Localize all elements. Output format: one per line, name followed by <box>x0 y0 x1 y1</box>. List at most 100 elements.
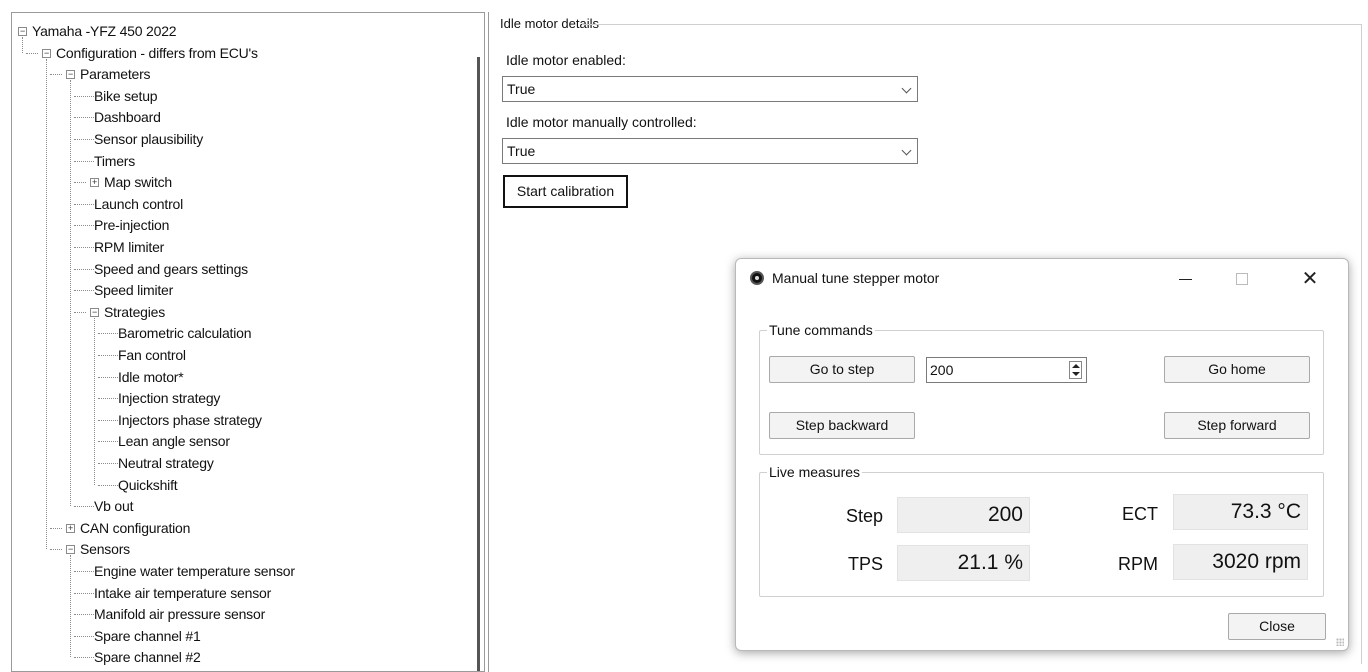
tree-item-label: Intake air temperature sensor <box>94 584 272 601</box>
resize-grip-icon[interactable] <box>1336 638 1344 646</box>
tree-item-label: Spare channel #1 <box>94 627 201 644</box>
step-forward-button[interactable]: Step forward <box>1164 412 1310 439</box>
tree-item-label: Neutral strategy <box>118 455 214 471</box>
tree-connector <box>74 506 94 508</box>
tree-item-label: CAN configuration <box>80 519 191 536</box>
step-backward-button[interactable]: Step backward <box>769 412 915 439</box>
tree-item-label: RPM limiter <box>94 239 165 255</box>
go-home-button[interactable]: Go home <box>1164 356 1310 383</box>
live-measures-title: Live measures <box>767 464 863 480</box>
tree-scrollbar-track[interactable] <box>462 13 484 671</box>
go-to-step-button[interactable]: Go to step <box>769 356 915 383</box>
maximize-button[interactable] <box>1230 267 1254 291</box>
chevron-down-icon <box>901 83 912 94</box>
chevron-down-icon <box>901 145 912 156</box>
app-icon <box>750 271 764 285</box>
step-stepper[interactable] <box>1069 361 1082 379</box>
tree-item-label: Speed and gears settings <box>94 260 248 277</box>
tree-item-label: Injectors phase strategy <box>118 411 262 428</box>
tree-item-label: Barometric calculation <box>118 325 252 342</box>
tree-connector <box>50 74 62 76</box>
tree-connector <box>74 268 94 270</box>
tree-connector <box>74 225 94 227</box>
tune-commands-title: Tune commands <box>767 322 875 338</box>
collapse-icon[interactable] <box>42 48 51 58</box>
tps-measure-value: 21.1 % <box>897 545 1030 581</box>
tree-connector <box>98 484 118 486</box>
tree-connector <box>74 160 94 162</box>
expand-icon[interactable] <box>90 178 99 188</box>
tree-item-label: Map switch <box>104 174 173 191</box>
dialog-title: Manual tune stepper motor <box>772 270 940 286</box>
configuration-tree[interactable]: Yamaha -YFZ 450 2022 Configuration - diff… <box>11 12 485 672</box>
idle-motor-manual-label: Idle motor manually controlled: <box>506 114 697 130</box>
collapse-icon[interactable] <box>90 307 99 317</box>
expand-icon[interactable] <box>66 523 75 533</box>
tree-scrollbar-thumb[interactable] <box>477 57 480 671</box>
panel-divider <box>488 12 489 672</box>
ect-measure-value: 73.3 °C <box>1173 494 1308 530</box>
groupbox-border <box>582 24 1362 25</box>
tree-item-label: Strategies <box>104 303 166 320</box>
idle-motor-manual-value: True <box>507 143 536 159</box>
tree-connector <box>74 290 94 292</box>
collapse-icon[interactable] <box>66 70 75 80</box>
tree-item-label: Parameters <box>80 66 151 83</box>
idle-motor-enabled-select[interactable]: True <box>502 76 918 102</box>
tree-connector <box>70 80 71 507</box>
tree-connector <box>98 376 118 378</box>
tree-item-label: Injection strategy <box>118 390 221 407</box>
chevron-down-icon[interactable] <box>1072 372 1080 376</box>
tree-connector <box>98 333 118 335</box>
tree-connector <box>74 614 94 616</box>
step-input-value: 200 <box>930 362 954 378</box>
tree-item-label: Sensor plausibility <box>94 131 204 147</box>
tree-item-label: Manifold air pressure sensor <box>94 606 266 623</box>
tree-item-label: Dashboard <box>94 109 161 126</box>
manual-tune-dialog: Manual tune stepper motor ✕ Tune command… <box>735 258 1349 651</box>
tree-item-label: Vb out <box>94 498 134 515</box>
minimize-button[interactable] <box>1173 267 1197 291</box>
tree-item-label: Engine water temperature sensor <box>94 563 295 579</box>
tree-connector <box>74 182 86 184</box>
tree-connector <box>94 317 95 485</box>
close-icon[interactable]: ✕ <box>1298 267 1322 291</box>
rpm-measure-label: RPM <box>1118 554 1158 574</box>
collapse-icon[interactable] <box>18 27 27 36</box>
tree-connector <box>74 571 94 572</box>
close-button[interactable]: Close <box>1228 613 1326 640</box>
tree-item-label: Yamaha -YFZ 450 2022 <box>32 23 177 39</box>
tree-item-label: Lean angle sensor <box>118 433 230 450</box>
chevron-up-icon[interactable] <box>1072 364 1080 368</box>
tree-connector <box>74 657 94 659</box>
tree-connector <box>98 419 118 421</box>
tree-connector <box>26 52 38 54</box>
tree-connector <box>74 247 94 248</box>
tree-connector <box>74 117 94 119</box>
idle-motor-enabled-value: True <box>507 81 536 97</box>
tree-item-label: Bike setup <box>94 87 158 104</box>
tree-item-label: Launch control <box>94 195 184 212</box>
tree-connector <box>46 58 47 550</box>
tree-item-label: Timers <box>94 152 136 169</box>
tree-item-label: Idle motor* <box>118 368 184 385</box>
tree-item-label: Sensors <box>80 541 130 558</box>
tree-item-label: Spare channel #2 <box>94 649 201 666</box>
idle-motor-manual-select[interactable]: True <box>502 138 918 164</box>
idle-motor-enabled-label: Idle motor enabled: <box>506 52 626 68</box>
tree-connector <box>22 37 23 53</box>
start-calibration-button[interactable]: Start calibration <box>503 175 628 208</box>
tree-item-label: Pre-injection <box>94 217 170 234</box>
step-measure-label: Step <box>845 506 883 526</box>
tree-list: Yamaha -YFZ 450 2022 Configuration - diff… <box>12 13 484 671</box>
tree-item-label: Speed limiter <box>94 282 174 299</box>
tps-measure-label: TPS <box>847 554 883 574</box>
tree-connector <box>74 203 94 205</box>
tree-connector <box>74 139 94 140</box>
collapse-icon[interactable] <box>66 545 75 555</box>
tree-connector <box>74 592 94 594</box>
tree-item-label: Quickshift <box>118 476 178 493</box>
step-input[interactable]: 200 <box>926 357 1087 383</box>
tree-connector <box>98 398 118 400</box>
tree-connector <box>98 441 118 443</box>
